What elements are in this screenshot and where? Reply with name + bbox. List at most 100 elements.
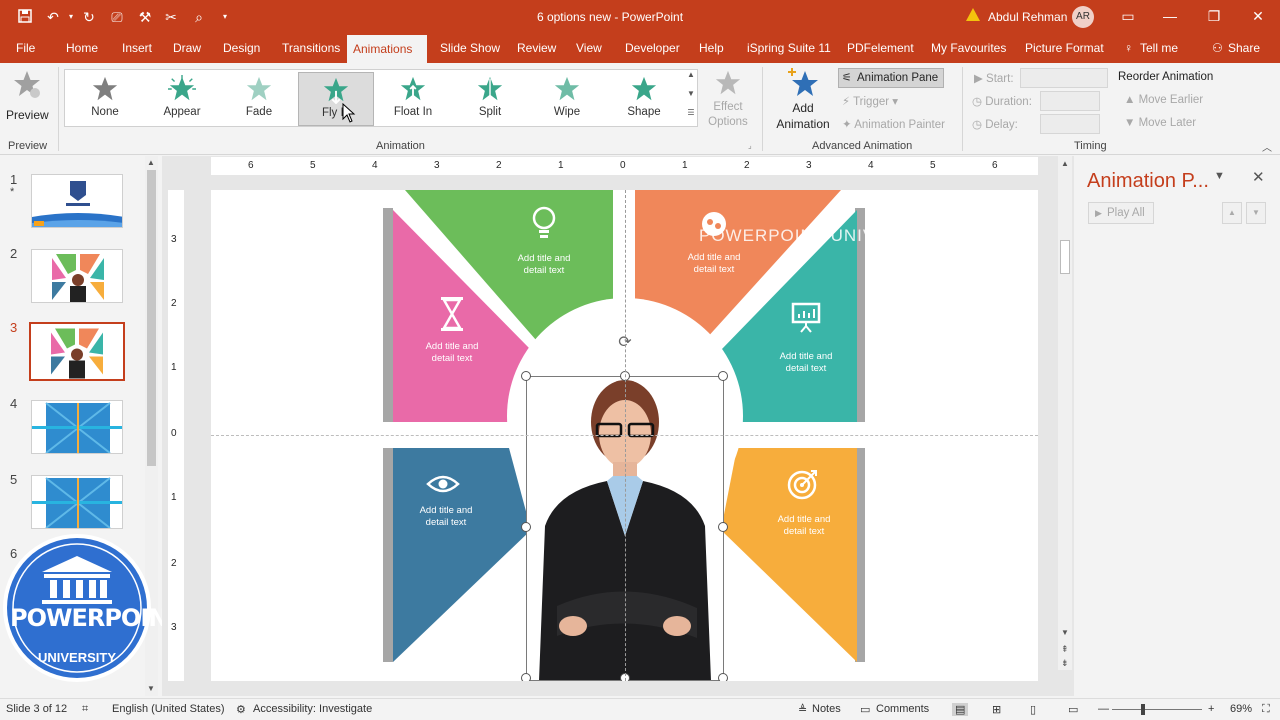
fit-slide-icon[interactable]: ⛶ (1262, 703, 1270, 716)
tab-pdfelement[interactable]: PDFelement (841, 34, 920, 63)
effect-split[interactable]: Split (452, 72, 528, 126)
warning-icon[interactable] (966, 8, 980, 21)
next-slide-icon[interactable]: ⇟ (1061, 658, 1069, 669)
notes-icon[interactable]: ≜ (798, 703, 807, 716)
effect-options-button[interactable]: Effect Options (702, 69, 754, 130)
gallery-scroll-up-icon[interactable]: ▲ (685, 70, 697, 88)
move-earlier-button[interactable]: ▲ Move Earlier (1124, 94, 1203, 106)
minimize-icon[interactable]: — (1160, 6, 1180, 26)
tab-view[interactable]: View (570, 34, 608, 63)
accessibility-icon[interactable]: ⚙ (236, 703, 246, 716)
redo-icon[interactable]: ↻ (80, 8, 98, 26)
effect-appear[interactable]: Appear (144, 72, 220, 126)
restore-icon[interactable]: ❐ (1204, 6, 1224, 26)
notes-button[interactable]: Notes (812, 703, 841, 715)
scroll-thumb[interactable] (1060, 240, 1070, 274)
zoom-out-icon[interactable]: — (1098, 703, 1109, 715)
delay-input[interactable] (1040, 114, 1100, 134)
slideshow-view-icon[interactable]: ▭ (1068, 703, 1078, 716)
zoom-slider-thumb[interactable] (1141, 704, 1145, 715)
tab-transitions[interactable]: Transitions (276, 34, 346, 63)
comments-icon[interactable]: ▭ (860, 703, 870, 716)
tab-home[interactable]: Home (60, 34, 104, 63)
slide-canvas[interactable]: ⟳ POWERPOINT UNIVERSITY Add title and de… (211, 190, 1038, 681)
slide-thumbnail-4[interactable] (31, 400, 123, 454)
share-button[interactable]: ⚇ Share (1208, 34, 1266, 63)
close-icon[interactable]: ✕ (1248, 6, 1268, 26)
tab-developer[interactable]: Developer (619, 34, 686, 63)
screenshot-icon[interactable]: ✂ (162, 8, 180, 26)
pane-options-icon[interactable]: ▼ (1214, 170, 1225, 182)
slide-thumbnail-5[interactable] (31, 475, 123, 529)
scroll-down-icon[interactable]: ▼ (1061, 628, 1069, 637)
preview-button[interactable]: Preview (6, 69, 49, 127)
tab-ispring[interactable]: iSpring Suite 11 (741, 34, 837, 63)
scroll-thumb[interactable] (147, 170, 156, 466)
play-all-button[interactable]: ▶ Play All (1088, 202, 1154, 224)
card-text[interactable]: Add title and detail text (503, 253, 585, 277)
effect-fade[interactable]: Fade (221, 72, 297, 126)
resize-handle[interactable] (718, 371, 728, 381)
normal-view-icon[interactable]: ▤ (952, 703, 969, 716)
effect-none[interactable]: None (67, 72, 143, 126)
slide-counter[interactable]: Slide 3 of 12 (6, 703, 67, 715)
ribbon-display-icon[interactable]: ▭ (1118, 6, 1138, 26)
slide-sorter-icon[interactable]: ⊞ (992, 703, 1001, 716)
previous-slide-icon[interactable]: ⇞ (1061, 644, 1069, 655)
slide-thumbnail-2[interactable] (31, 249, 123, 303)
scroll-up-icon[interactable]: ▲ (147, 158, 155, 167)
dialog-launcher-icon[interactable]: ⌟ (748, 141, 752, 150)
gallery-more-icon[interactable]: ☰ (685, 108, 697, 126)
slide-scrollbar[interactable]: ▲ ▼ ⇞ ⇟ (1058, 156, 1072, 670)
tab-picture-format[interactable]: Picture Format (1019, 34, 1110, 63)
scroll-up-icon[interactable]: ▲ (1061, 159, 1069, 168)
avatar[interactable]: AR (1072, 6, 1094, 28)
tab-draw[interactable]: Draw (167, 34, 207, 63)
slide-thumbnail-3[interactable] (29, 322, 125, 381)
resize-handle[interactable] (521, 371, 531, 381)
zoom-in-icon[interactable]: + (1208, 703, 1214, 715)
tab-help[interactable]: Help (693, 34, 730, 63)
card-text[interactable]: Add title and detail text (405, 505, 487, 529)
add-animation-button[interactable]: Add Animation (768, 67, 838, 132)
start-dropdown[interactable] (1020, 68, 1108, 88)
card-text[interactable]: Add title and detail text (763, 514, 845, 538)
accessibility-status[interactable]: Accessibility: Investigate (253, 703, 372, 715)
effect-shape[interactable]: Shape (606, 72, 682, 126)
tell-me[interactable]: ♀ Tell me (1122, 34, 1184, 63)
duration-input[interactable] (1040, 91, 1100, 111)
zoom-slider[interactable] (1112, 709, 1202, 710)
animation-painter-button[interactable]: ✦ Animation Painter (842, 117, 945, 131)
close-pane-icon[interactable]: ✕ (1252, 168, 1265, 186)
print-preview-icon[interactable]: ⌕ (190, 8, 208, 26)
trigger-button[interactable]: ⚡ Trigger ▾ (842, 94, 898, 108)
effect-fly-in[interactable]: Fly In (298, 72, 374, 126)
scroll-down-icon[interactable]: ▼ (147, 684, 155, 693)
vertical-ruler[interactable]: 3 2 1 0 1 2 3 (168, 190, 184, 681)
tab-slide-show[interactable]: Slide Show (434, 34, 506, 63)
tab-file[interactable]: File (10, 34, 41, 63)
tab-animations[interactable]: Animations (347, 34, 427, 63)
reading-view-icon[interactable]: ▯ (1030, 703, 1036, 716)
resize-handle[interactable] (718, 673, 728, 681)
save-icon[interactable] (16, 8, 34, 26)
card-text[interactable]: Add title and detail text (765, 351, 847, 375)
tab-insert[interactable]: Insert (116, 34, 158, 63)
effect-wipe[interactable]: Wipe (529, 72, 605, 126)
start-from-beginning-icon[interactable]: ⎚ (108, 8, 126, 26)
horizontal-ruler[interactable]: 6 5 4 3 2 1 0 1 2 3 4 5 6 (211, 157, 1038, 175)
undo-dropdown-icon[interactable]: ▾ (62, 8, 80, 26)
user-name[interactable]: Abdul Rehman (988, 10, 1067, 24)
presenter-icon[interactable]: ⚒ (136, 8, 154, 26)
resize-handle[interactable] (521, 673, 531, 681)
move-down-button[interactable]: ▼ (1246, 202, 1266, 224)
effect-float-in[interactable]: Float In (375, 72, 451, 126)
animation-pane-button[interactable]: ⚟ Animation Pane (838, 68, 944, 88)
tab-review[interactable]: Review (511, 34, 562, 63)
zoom-level[interactable]: 69% (1230, 703, 1252, 715)
collapse-ribbon-icon[interactable]: ︿ (1262, 139, 1272, 154)
move-later-button[interactable]: ▼ Move Later (1124, 117, 1196, 129)
card-text[interactable]: Add title and detail text (673, 252, 755, 276)
resize-handle[interactable] (718, 522, 728, 532)
gallery-scroll-down-icon[interactable]: ▼ (685, 89, 697, 107)
